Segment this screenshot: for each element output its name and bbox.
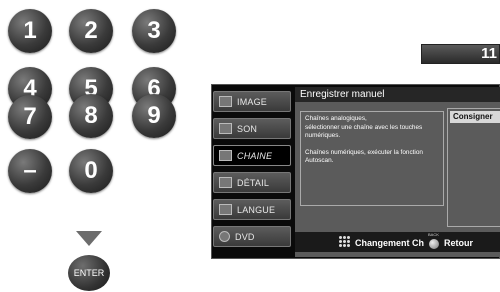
key-0[interactable]: 0 [69,149,113,193]
channel-number-display: 11 [421,44,500,64]
enter-button[interactable]: ENTER [68,255,110,291]
menu-item-label: CHAINE [237,150,273,161]
key-7[interactable]: 7 [8,95,52,139]
info-panel: Chaînes analogiques, sélectionner une ch… [300,111,444,206]
info-text-digital: Chaînes numériques, exécuter la fonction… [305,148,423,165]
menu-item-label: DÉTAIL [237,177,270,188]
menu-item-label: SON [237,123,258,134]
bottom-hint-bar: Changement Ch BACK Retour [295,232,500,252]
music-note-icon [219,123,232,134]
numeric-keys-icon [339,236,350,247]
menu-title: Enregistrer manuel [295,87,500,102]
menu-item-label: DVD [235,231,255,242]
menu-item-son[interactable]: SON [213,118,291,139]
channel-icon [219,150,232,161]
key-1[interactable]: 1 [8,9,52,53]
key-9[interactable]: 9 [132,94,176,138]
menu-item-chaine[interactable]: CHAINE [213,145,291,166]
back-small-label: BACK [428,232,439,237]
key-3[interactable]: 3 [132,9,176,53]
key-2[interactable]: 2 [69,9,113,53]
consigner-button[interactable]: Consigner [450,111,500,123]
menu-item-image[interactable]: IMAGE [213,91,291,112]
menu-item-detail[interactable]: DÉTAIL [213,172,291,193]
retour-label: Retour [444,238,473,248]
change-channel-label: Changement Ch [355,238,425,248]
detail-icon [219,177,232,188]
image-icon [219,96,232,107]
menu-item-label: IMAGE [237,96,268,107]
options-panel [447,108,500,227]
menu-item-label: LANGUE [237,204,276,215]
key-dash[interactable]: – [8,149,52,193]
info-text-analog: Chaînes analogiques, sélectionner une ch… [305,115,423,140]
back-button-icon [429,239,439,249]
disc-icon [219,231,230,242]
menu-item-dvd[interactable]: DVD [213,226,291,247]
menu-sidebar: IMAGE SON CHAINE DÉTAIL LANGUE DVD [213,91,295,254]
language-icon [219,204,232,215]
down-arrow-icon [76,231,102,246]
key-8[interactable]: 8 [69,94,113,138]
menu-item-langue[interactable]: LANGUE [213,199,291,220]
